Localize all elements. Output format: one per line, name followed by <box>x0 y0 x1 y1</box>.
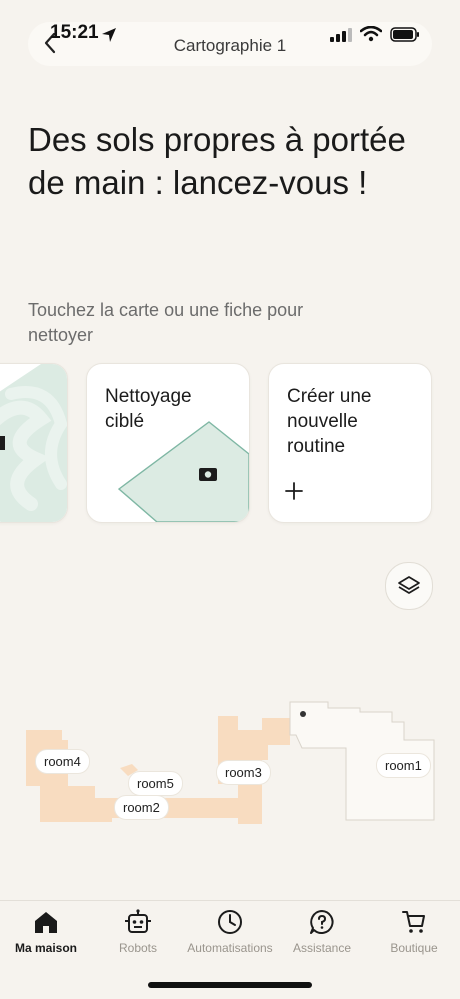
cart-icon <box>402 911 425 933</box>
room-label-room3[interactable]: room3 <box>216 760 271 785</box>
room-label-room2[interactable]: room2 <box>114 795 169 820</box>
hero-subtitle: Touchez la carte ou une fiche pour netto… <box>28 300 304 345</box>
clock-icon <box>218 910 242 934</box>
layers-icon <box>398 576 420 594</box>
tab-label: Ma maison <box>14 941 77 955</box>
tab-boutique[interactable]: Boutique <box>368 909 460 955</box>
card-label: Créer une nouvelle routine <box>287 386 372 457</box>
tab-label: Robots <box>118 941 158 955</box>
tab-label: Boutique <box>390 941 438 955</box>
robot-dock-icon <box>300 711 306 717</box>
robot-icon <box>125 909 151 933</box>
battery-icon <box>390 27 419 42</box>
cellular-signal-icon <box>330 28 352 42</box>
house-icon <box>35 912 57 933</box>
targeted-cleaning-card[interactable]: Nettoyage ciblé <box>86 363 250 523</box>
tab-label: Automatisations <box>187 941 273 955</box>
room-label-room1[interactable]: room1 <box>376 753 431 778</box>
map-layers-button[interactable] <box>385 562 433 610</box>
home-indicator <box>148 982 312 988</box>
room-label-room4[interactable]: room4 <box>35 749 90 774</box>
tab-ma-maison[interactable]: Ma maison <box>0 909 92 955</box>
tab-label: Assistance <box>292 941 352 955</box>
help-icon <box>310 910 334 934</box>
wifi-icon <box>360 26 382 42</box>
full-map-clean-card[interactable] <box>0 363 68 523</box>
plus-icon <box>285 482 303 500</box>
card-label: Nettoyage ciblé <box>105 386 192 432</box>
tab-automatisations[interactable]: Automatisations <box>184 909 276 955</box>
tab-assistance[interactable]: Assistance <box>276 909 368 955</box>
create-routine-card[interactable]: Créer une nouvelle routine <box>268 363 432 523</box>
tab-robots[interactable]: Robots <box>92 909 184 955</box>
hero-title: Des sols propres à portée de main : lanc… <box>28 121 406 201</box>
room-label-room5[interactable]: room5 <box>128 771 183 796</box>
room-shape-room4[interactable] <box>26 730 112 822</box>
map-preview-thumbnail <box>0 364 67 522</box>
